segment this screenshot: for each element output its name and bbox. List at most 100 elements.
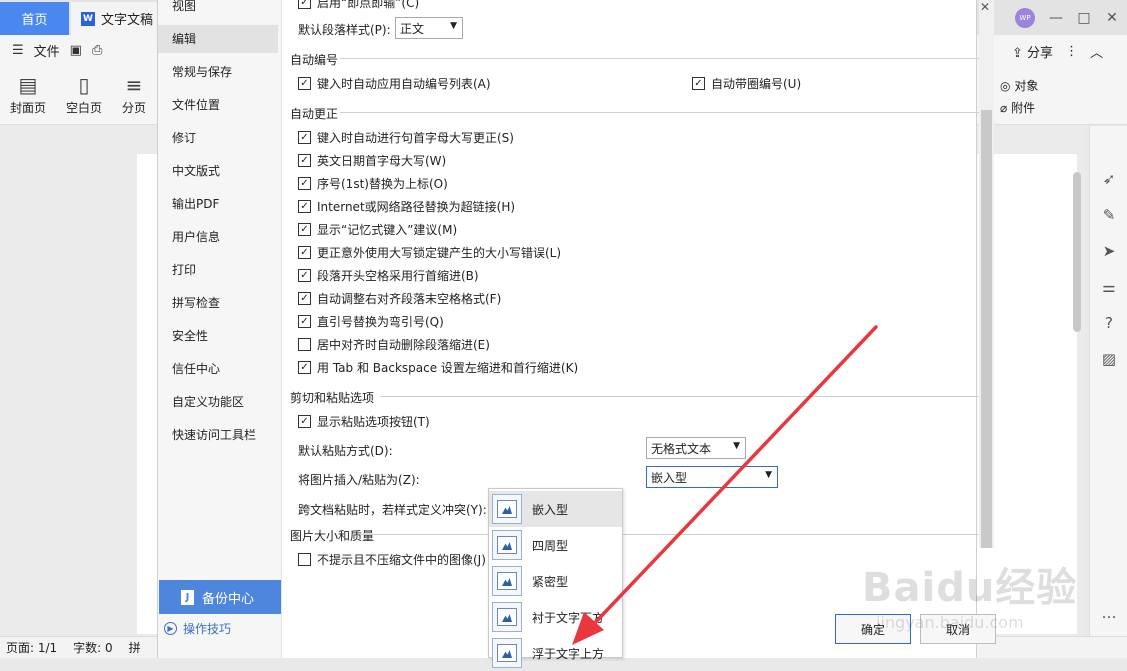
- nav-item[interactable]: 中文版式: [158, 157, 278, 185]
- cancel-button[interactable]: 取消: [920, 614, 996, 644]
- dropdown-option[interactable]: 紧密型: [489, 563, 622, 599]
- checkbox[interactable]: [692, 77, 705, 90]
- pointer-icon[interactable]: ➤: [1099, 242, 1119, 260]
- autocorrect-option[interactable]: 段落开头空格采用行首缩进(B): [298, 267, 479, 284]
- insert-picture-as-select[interactable]: 嵌入型 ▼: [646, 466, 778, 488]
- status-spell[interactable]: 拼: [129, 639, 141, 656]
- no-compress-images-checkbox[interactable]: [298, 553, 311, 566]
- page-break-button[interactable]: ≡ 分页: [122, 73, 146, 116]
- autocorrect-option[interactable]: 用 Tab 和 Backspace 设置左缩进和首行缩进(K): [298, 359, 578, 376]
- checkbox[interactable]: [298, 361, 311, 374]
- collapse-ribbon-icon[interactable]: ︿: [1090, 42, 1103, 61]
- pen-icon[interactable]: ✎: [1099, 206, 1119, 224]
- dropdown-option[interactable]: 浮于文字上方: [489, 635, 622, 671]
- nav-item[interactable]: 快速访问工具栏: [158, 421, 278, 449]
- dropdown-option[interactable]: 衬于文字下方: [489, 599, 622, 635]
- checkbox[interactable]: [298, 292, 311, 305]
- attachment-button[interactable]: ⌀ 附件: [1000, 97, 1038, 119]
- rocket-icon[interactable]: ➶: [1099, 170, 1119, 188]
- option-label: Internet或网络路径替换为超链接(H): [317, 200, 516, 214]
- checkbox[interactable]: [298, 77, 311, 90]
- click-and-type-option[interactable]: 启用“即点即输”(C): [298, 0, 419, 11]
- more-icon[interactable]: ⋮: [1065, 44, 1078, 59]
- share-button[interactable]: ⇪ 分享: [1012, 42, 1053, 61]
- object-button[interactable]: ◎ 对象: [1000, 75, 1038, 97]
- numbering-option[interactable]: 键入时自动应用自动编号列表(A): [298, 75, 491, 92]
- show-paste-options-option[interactable]: 显示粘贴选项按钮(T): [298, 413, 430, 430]
- backup-label: 备份中心: [202, 591, 255, 607]
- help-icon[interactable]: ?: [1099, 314, 1119, 332]
- nav-item[interactable]: 常规与保存: [158, 58, 278, 86]
- checkbox[interactable]: [298, 223, 311, 236]
- blank-page-icon: ▯: [78, 73, 90, 97]
- checkbox[interactable]: [298, 315, 311, 328]
- autocorrect-option[interactable]: 直引号替换为弯引号(Q): [298, 313, 444, 330]
- close-window-button[interactable]: ✕: [1105, 10, 1119, 26]
- nav-item[interactable]: 打印: [158, 256, 278, 284]
- autocorrect-option[interactable]: 序号(1st)替换为上标(O): [298, 175, 448, 192]
- section-cutpaste-title: 剪切和粘贴选项: [290, 391, 375, 405]
- nav-item[interactable]: 拼写检查: [158, 289, 278, 317]
- dropdown-option[interactable]: 嵌入型: [489, 491, 622, 527]
- maximize-button[interactable]: □: [1077, 10, 1091, 26]
- tab-document[interactable]: W 文字文稿: [71, 2, 159, 35]
- nav-item[interactable]: 文件位置: [158, 91, 278, 119]
- options-scrollbar-thumb[interactable]: [981, 110, 992, 548]
- tips-link[interactable]: ▶ 操作技巧: [164, 620, 231, 637]
- print-icon[interactable]: ⎙: [92, 43, 102, 58]
- backup-center-button[interactable]: J 备份中心: [159, 580, 281, 614]
- tab-home[interactable]: 首页: [0, 2, 69, 35]
- section-divider: [340, 58, 980, 59]
- cover-page-button[interactable]: ▤ 封面页: [10, 73, 46, 116]
- option-label: 居中对齐时自动删除段落缩进(E): [317, 338, 490, 352]
- checkbox[interactable]: [298, 154, 311, 167]
- checkbox[interactable]: [298, 246, 311, 259]
- autocorrect-option[interactable]: 自动调整右对齐段落末空格格式(F): [298, 290, 501, 307]
- checkbox[interactable]: [298, 338, 311, 351]
- autocorrect-option[interactable]: 更正意外使用大写锁定键产生的大小写错误(L): [298, 244, 561, 261]
- blank-page-button[interactable]: ▯ 空白页: [66, 73, 102, 116]
- nav-item[interactable]: 自定义功能区: [158, 388, 278, 416]
- nav-item[interactable]: 安全性: [158, 322, 278, 350]
- checkbox[interactable]: [298, 177, 311, 190]
- default-paste-select[interactable]: 无格式文本 ▼: [646, 437, 746, 459]
- nav-item[interactable]: 修订: [158, 124, 278, 152]
- autocorrect-option[interactable]: 英文日期首字母大写(W): [298, 152, 446, 169]
- show-paste-options-checkbox[interactable]: [298, 415, 311, 428]
- click-and-type-label: 启用“即点即输”(C): [317, 0, 420, 10]
- document-scrollbar[interactable]: [1073, 172, 1081, 332]
- checkbox[interactable]: [298, 269, 311, 282]
- dropdown-option-label: 衬于文字下方: [532, 610, 605, 625]
- checkbox[interactable]: [298, 200, 311, 213]
- autocorrect-option[interactable]: 键入时自动进行句首字母大写更正(S): [298, 129, 514, 146]
- autocorrect-option[interactable]: 居中对齐时自动删除段落缩进(E): [298, 336, 490, 353]
- option-label: 直引号替换为弯引号(Q): [317, 315, 444, 329]
- attachment-label: 附件: [1011, 101, 1036, 115]
- more-dots-icon[interactable]: …: [1099, 604, 1119, 622]
- save-icon[interactable]: ▣: [70, 43, 82, 58]
- default-paragraph-style-select[interactable]: 正文 ▼: [395, 17, 463, 39]
- click-and-type-checkbox[interactable]: [298, 0, 311, 9]
- nav-item[interactable]: 用户信息: [158, 223, 278, 251]
- autocorrect-option[interactable]: 显示“记忆式键入”建议(M): [298, 221, 457, 238]
- file-menu[interactable]: 文件: [34, 41, 60, 60]
- autocorrect-option[interactable]: Internet或网络路径替换为超链接(H): [298, 198, 515, 215]
- image-tool-icon[interactable]: ▨: [1099, 350, 1119, 368]
- dropdown-option[interactable]: 四周型: [489, 527, 622, 563]
- no-compress-images-option[interactable]: 不提示且不压缩文件中的图像(J): [298, 551, 486, 568]
- dialog-close-icon[interactable]: ✕: [980, 0, 990, 14]
- object-label: 对象: [1014, 79, 1039, 93]
- ok-button[interactable]: 确定: [835, 614, 911, 644]
- insert-picture-as-label: 将图片插入/粘贴为(Z):: [298, 473, 420, 487]
- nav-item[interactable]: 编辑: [158, 25, 278, 53]
- hamburger-icon[interactable]: ☰: [12, 43, 24, 58]
- nav-item[interactable]: 输出PDF: [158, 190, 278, 218]
- sliders-icon[interactable]: ⚌: [1099, 278, 1119, 296]
- nav-item[interactable]: 视图: [158, 0, 278, 20]
- nav-item[interactable]: 信任中心: [158, 355, 278, 383]
- minimize-button[interactable]: —: [1049, 10, 1063, 26]
- checkbox[interactable]: [298, 131, 311, 144]
- avatar[interactable]: WP: [1015, 7, 1035, 28]
- section-image-title: 图片大小和质量: [290, 529, 375, 543]
- numbering-option[interactable]: 自动带圈编号(U): [692, 75, 801, 92]
